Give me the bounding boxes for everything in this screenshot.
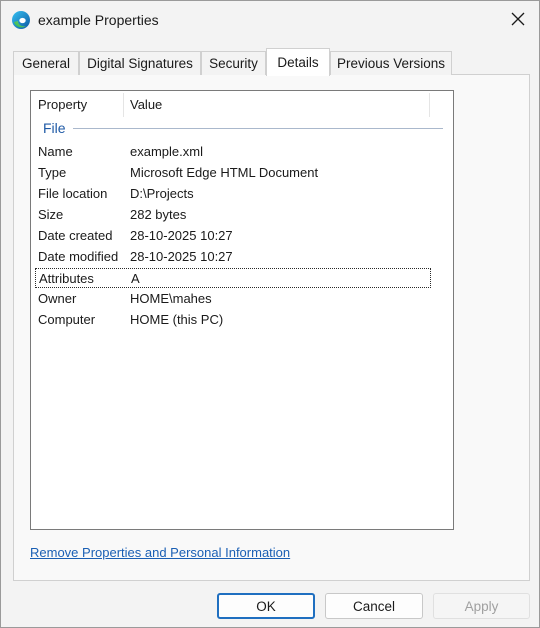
tab-details[interactable]: Details: [266, 48, 330, 76]
property-name: Computer: [38, 312, 96, 327]
button-label: Apply: [464, 598, 499, 614]
details-list[interactable]: Property Value File Name example.xml Typ…: [30, 90, 454, 530]
property-value: HOME\mahes: [130, 291, 212, 306]
property-value: A: [131, 271, 140, 286]
tab-label: Digital Signatures: [87, 56, 193, 71]
column-header-property[interactable]: Property: [31, 91, 124, 119]
tab-previous-versions[interactable]: Previous Versions: [330, 51, 452, 75]
button-label: Cancel: [352, 598, 396, 614]
tab-general[interactable]: General: [13, 51, 79, 75]
properties-window: example Properties General Digital Signa…: [0, 0, 540, 628]
property-value: HOME (this PC): [130, 312, 224, 327]
property-value: Microsoft Edge HTML Document: [130, 165, 319, 180]
window-title: example Properties: [38, 12, 159, 28]
tab-digital-signatures[interactable]: Digital Signatures: [79, 51, 201, 75]
list-item[interactable]: Name example.xml: [35, 142, 431, 162]
column-header-value[interactable]: Value: [123, 91, 429, 119]
property-value: D:\Projects: [130, 186, 194, 201]
property-name: Name: [38, 144, 73, 159]
property-name: Date modified: [38, 249, 119, 264]
property-name: Type: [38, 165, 67, 180]
property-name: Size: [38, 207, 64, 222]
title-bar: example Properties: [1, 1, 539, 39]
close-icon: [511, 12, 525, 29]
list-item[interactable]: File location D:\Projects: [35, 184, 431, 204]
tab-label: General: [21, 56, 71, 71]
column-divider[interactable]: [429, 93, 430, 117]
apply-button[interactable]: Apply: [433, 593, 530, 619]
column-header-label: Property: [38, 97, 88, 112]
tab-security[interactable]: Security: [201, 51, 266, 75]
list-item[interactable]: Date created 28-10-2025 10:27: [35, 226, 431, 246]
edge-icon: [11, 10, 31, 30]
property-value: 28-10-2025 10:27: [130, 249, 233, 264]
tab-label: Security: [209, 56, 258, 71]
property-name: Owner: [38, 291, 77, 306]
list-item[interactable]: Type Microsoft Edge HTML Document: [35, 163, 431, 183]
property-value: 282 bytes: [130, 207, 187, 222]
cancel-button[interactable]: Cancel: [325, 593, 423, 619]
property-name: Attributes: [39, 271, 94, 286]
tab-strip: General Digital Signatures Security Deta…: [13, 48, 533, 76]
group-divider: [73, 128, 443, 129]
list-item[interactable]: Size 282 bytes: [35, 205, 431, 225]
property-value: 28-10-2025 10:27: [130, 228, 233, 243]
tab-label: Previous Versions: [336, 56, 446, 71]
property-name: Date created: [38, 228, 113, 243]
ok-button[interactable]: OK: [217, 593, 315, 619]
list-item[interactable]: Computer HOME (this PC): [35, 310, 431, 330]
column-header-label: Value: [130, 97, 163, 112]
property-name: File location: [38, 186, 108, 201]
group-header-file[interactable]: File: [43, 120, 66, 136]
button-label: OK: [256, 598, 276, 614]
property-value: example.xml: [130, 144, 203, 159]
remove-properties-link[interactable]: Remove Properties and Personal Informati…: [30, 545, 290, 560]
list-item[interactable]: Date modified 28-10-2025 10:27: [35, 247, 431, 267]
tab-label: Details: [277, 55, 319, 70]
list-item-selected[interactable]: Attributes A: [35, 268, 431, 288]
close-button[interactable]: [501, 5, 535, 35]
list-item[interactable]: Owner HOME\mahes: [35, 289, 431, 309]
